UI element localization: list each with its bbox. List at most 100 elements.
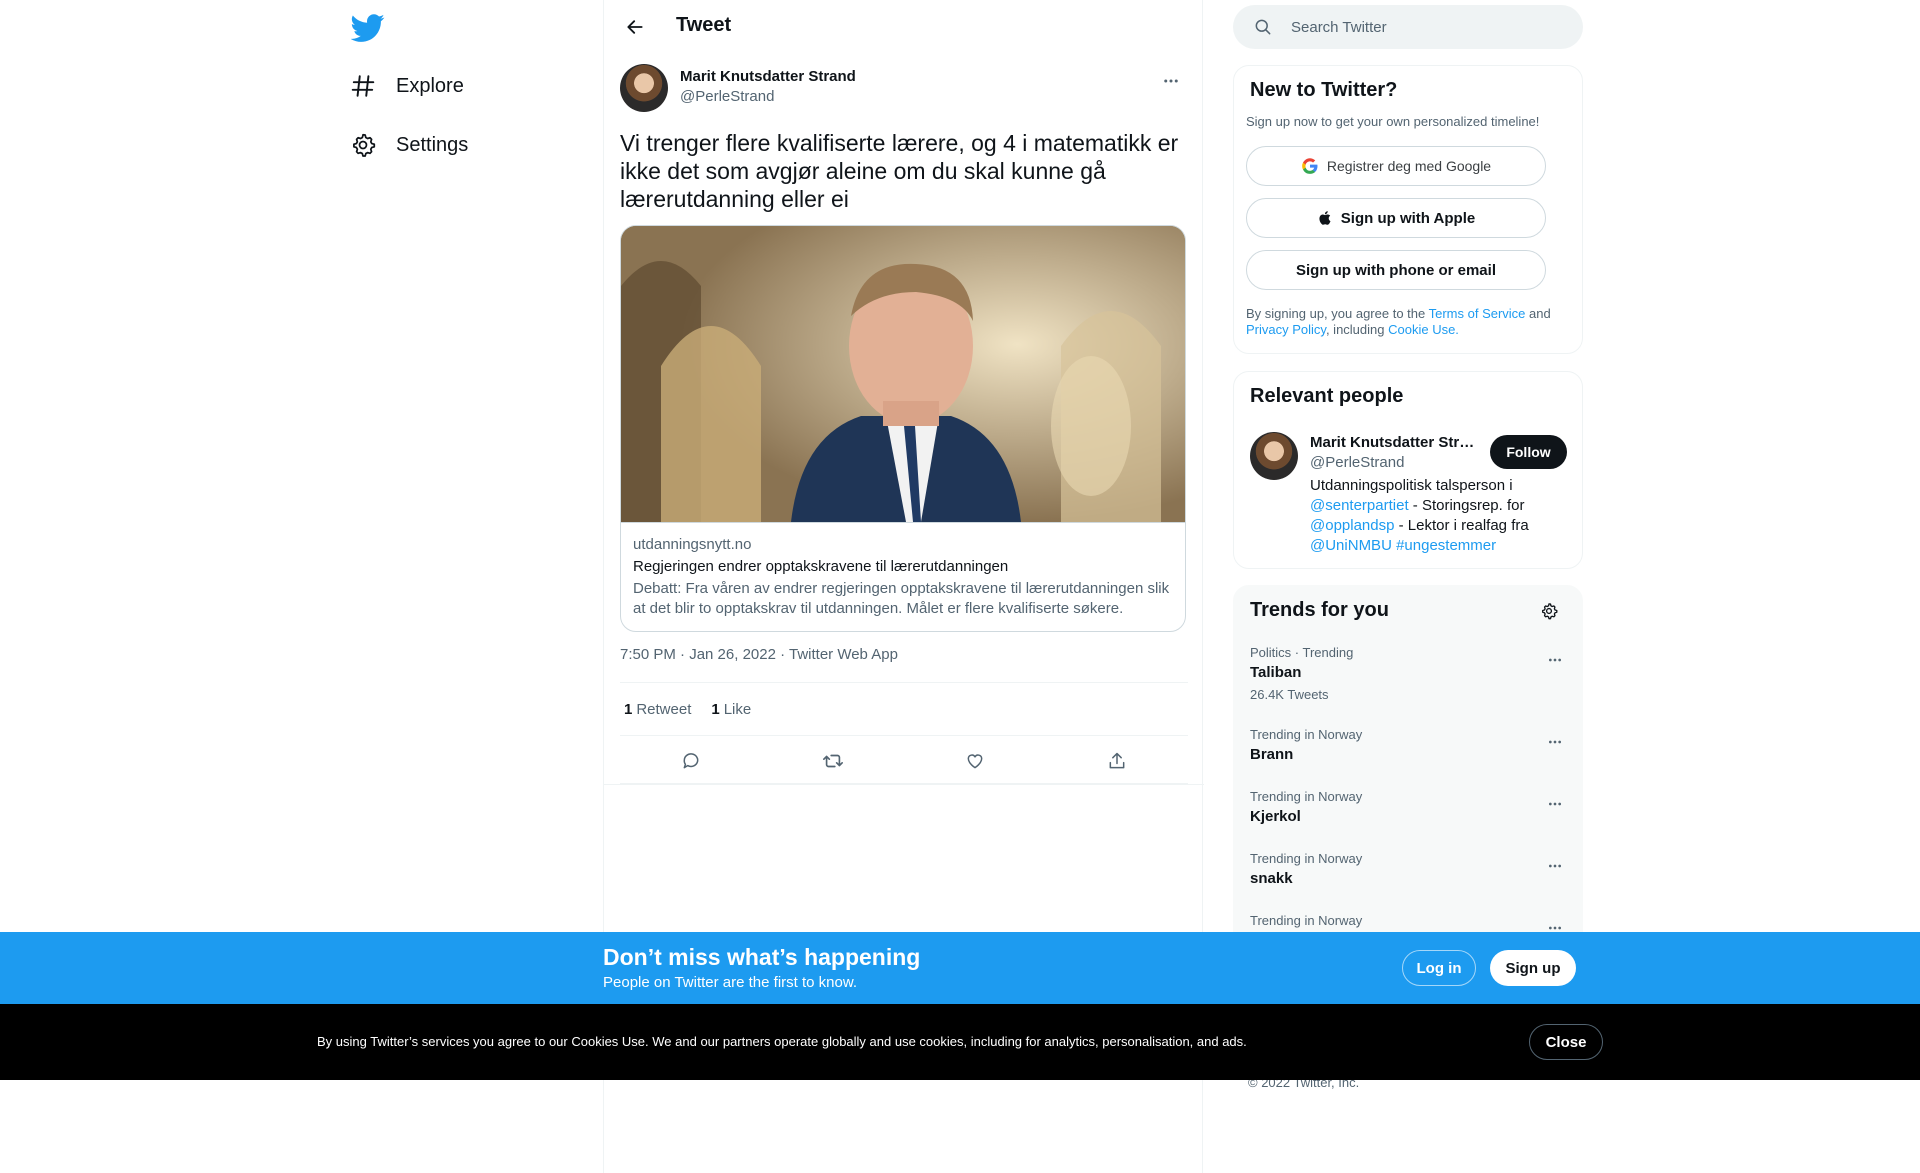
terms-link[interactable]: Terms of Service — [1429, 306, 1526, 321]
retweet-button[interactable] — [816, 744, 850, 778]
nav-item-label: Explore — [396, 74, 464, 97]
more-dots-icon — [1547, 652, 1563, 668]
trend-more-button[interactable] — [1538, 725, 1572, 759]
signup-subtitle: Sign up now to get your own personalized… — [1246, 114, 1540, 129]
legal-prefix: By signing up, you agree to the — [1246, 306, 1429, 321]
bio-text: - Storingsrep. for — [1408, 497, 1525, 514]
relevant-people-box: Relevant people Marit Knutsdatter Strand… — [1233, 371, 1583, 569]
tweet-author: Marit Knutsdatter Strand @PerleStrand — [620, 64, 1188, 114]
retweet-icon — [822, 750, 844, 772]
more-dots-icon — [1547, 858, 1563, 874]
cookie-close-button[interactable]: Close — [1529, 1024, 1603, 1060]
retweets-label: Retweet — [636, 700, 692, 718]
trend-more-button[interactable] — [1538, 787, 1572, 821]
trend-more-button[interactable] — [1538, 643, 1572, 677]
retweets-count: 1 — [624, 700, 633, 718]
phone-signup-button[interactable]: Sign up with phone or email — [1246, 250, 1546, 290]
login-prompt-title: Don’t miss what’s happening — [603, 944, 921, 970]
nav-item-label: Settings — [396, 133, 469, 156]
share-button[interactable] — [1100, 744, 1134, 778]
signup-title: New to Twitter? — [1250, 79, 1398, 101]
card-title: Regjeringen endrer opptakskravene til læ… — [633, 558, 1009, 575]
heart-icon — [965, 751, 985, 771]
cookie-banner: By using Twitter’s services you agree to… — [0, 1004, 1920, 1080]
relevant-bio: Utdanningspolitisk talsperson i @senterp… — [1310, 476, 1560, 556]
apple-signup-button[interactable]: Sign up with Apple — [1246, 198, 1546, 238]
bio-mention-link[interactable]: @senterpartiet — [1310, 497, 1409, 514]
privacy-link[interactable]: Privacy Policy — [1246, 322, 1326, 337]
phone-signup-label: Sign up with phone or email — [1295, 261, 1496, 279]
follow-button[interactable]: Follow — [1490, 435, 1567, 469]
signup-button[interactable]: Sign up — [1490, 950, 1576, 986]
author-name[interactable]: Marit Knutsdatter Strand — [680, 68, 856, 85]
login-button[interactable]: Log in — [1402, 950, 1476, 986]
cookie-link[interactable]: Cookie Use. — [1388, 322, 1459, 337]
more-dots-icon — [1547, 796, 1563, 812]
bio-text: - Lektor i realfag fra — [1394, 517, 1529, 534]
more-dots-icon — [1547, 734, 1563, 750]
trend-more-button[interactable] — [1538, 849, 1572, 883]
nav-item-settings[interactable]: Settings — [350, 125, 468, 165]
login-prompt-bar: Don’t miss what’s happening People on Tw… — [0, 932, 1920, 1004]
trend-count: 26.4K Tweets — [1250, 687, 1329, 702]
trends-title: Trends for you — [1250, 599, 1389, 621]
author-handle[interactable]: @PerleStrand — [680, 88, 774, 105]
tweet-actions — [620, 737, 1188, 784]
trend-name: Taliban — [1250, 664, 1302, 681]
bio-mention-link[interactable]: @opplandsp — [1310, 517, 1394, 534]
trend-name: snakk — [1250, 870, 1293, 887]
divider — [604, 784, 1204, 785]
cookie-text: By using Twitter’s services you agree to… — [317, 1034, 1247, 1049]
tweet-timestamp[interactable]: 7:50 PM · Jan 26, 2022 · Twitter Web App — [620, 646, 898, 663]
trend-context: Politics · Trending — [1250, 645, 1354, 660]
likes-stat[interactable]: 1 Like — [711, 701, 751, 718]
trend-item[interactable]: Trending in Norway Kjerkol — [1250, 789, 1568, 827]
reply-button[interactable] — [674, 744, 708, 778]
card-meta: utdanningsnytt.no Regjeringen endrer opp… — [621, 522, 1185, 631]
tweet-stats: 1 Retweet 1 Like — [620, 682, 1188, 736]
avatar[interactable] — [620, 64, 668, 112]
link-card[interactable]: utdanningsnytt.no Regjeringen endrer opp… — [620, 225, 1186, 632]
share-icon — [1107, 751, 1127, 771]
legal-including: , including — [1325, 322, 1389, 337]
search-box[interactable] — [1233, 5, 1583, 49]
gear-icon — [1540, 602, 1558, 620]
bio-text: Utdanningspolitisk talsperson i — [1310, 477, 1513, 494]
login-prompt-subtitle: People on Twitter are the first to know. — [603, 974, 858, 991]
relevant-title: Relevant people — [1250, 385, 1404, 407]
search-input[interactable] — [1291, 18, 1551, 36]
card-image — [621, 226, 1185, 522]
page-title: Tweet — [676, 14, 732, 36]
back-button[interactable] — [618, 10, 652, 44]
retweets-stat[interactable]: 1 Retweet — [624, 701, 691, 718]
card-domain: utdanningsnytt.no — [633, 536, 752, 553]
nav-item-explore[interactable]: Explore — [350, 66, 464, 106]
google-signup-button[interactable]: Registrer deg med Google — [1246, 146, 1546, 186]
trend-context: Trending in Norway — [1250, 913, 1363, 928]
trend-item[interactable]: Politics · Trending Taliban 26.4K Tweets — [1250, 645, 1568, 703]
search-icon — [1253, 17, 1273, 37]
legal-and: and — [1525, 306, 1551, 321]
reply-icon — [681, 751, 701, 771]
apple-signup-label: Sign up with Apple — [1340, 209, 1476, 227]
apple-icon — [1317, 209, 1333, 227]
relevant-name[interactable]: Marit Knutsdatter Strand — [1310, 434, 1480, 451]
avatar[interactable] — [1250, 432, 1298, 480]
bio-mention-link[interactable]: @UniNMBU — [1310, 537, 1392, 554]
bio-hashtag-link[interactable]: #ungestemmer — [1396, 537, 1496, 554]
tweet-more-button[interactable] — [1154, 64, 1188, 98]
trend-item[interactable]: Trending in Norway — [1250, 913, 1568, 931]
trend-context: Trending in Norway — [1250, 789, 1363, 804]
relevant-handle[interactable]: @PerleStrand — [1310, 454, 1404, 471]
twitter-bird-icon[interactable] — [351, 11, 385, 45]
trend-item[interactable]: Trending in Norway snakk — [1250, 851, 1568, 889]
google-signup-label: Registrer deg med Google — [1326, 158, 1492, 174]
signup-legal: By signing up, you agree to the Terms of… — [1246, 306, 1566, 338]
trends-settings-button[interactable] — [1532, 594, 1566, 628]
like-button[interactable] — [958, 744, 992, 778]
more-dots-icon — [1162, 72, 1180, 90]
likes-count: 1 — [711, 700, 720, 718]
tweet-text: Vi trenger flere kvalifiserte lærere, og… — [620, 130, 1179, 212]
trend-item[interactable]: Trending in Norway Brann — [1250, 727, 1568, 765]
arrow-left-icon — [625, 17, 645, 37]
